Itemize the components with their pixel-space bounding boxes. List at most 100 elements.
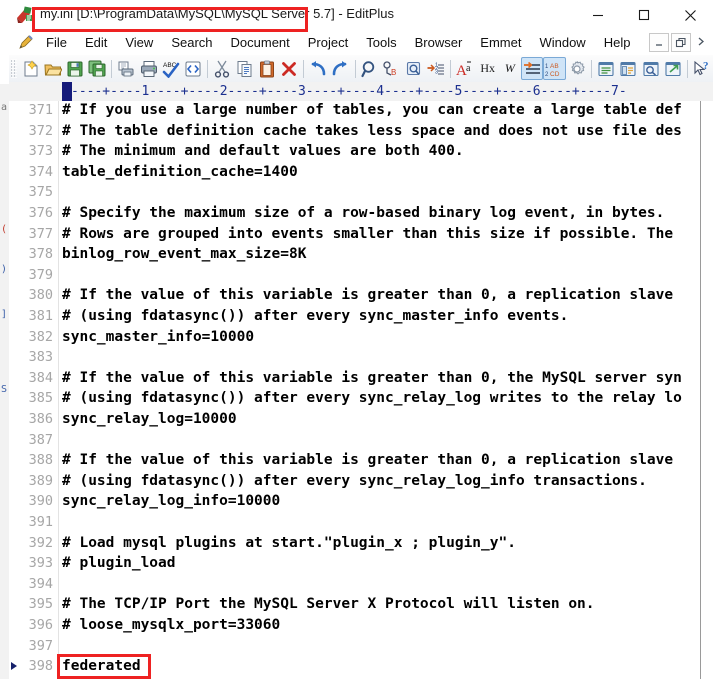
undo-button[interactable] xyxy=(307,57,329,80)
code-line[interactable]: # plugin_load xyxy=(62,553,710,574)
open-file-button[interactable] xyxy=(42,57,64,80)
close-button[interactable] xyxy=(667,0,713,30)
code-line[interactable] xyxy=(62,430,710,451)
code-line[interactable]: sync_relay_log_info=10000 xyxy=(62,491,710,512)
menu-help[interactable]: Help xyxy=(595,30,640,55)
code-line[interactable]: # If you use a large number of tables, y… xyxy=(62,101,710,121)
toolbar-separator xyxy=(303,59,305,78)
window-title: my.ini [D:\ProgramData\MySQL\MySQL Serve… xyxy=(40,6,394,21)
find-button[interactable] xyxy=(358,57,380,80)
svg-text:AB: AB xyxy=(550,63,559,70)
menu-browser[interactable]: Browser xyxy=(406,30,472,55)
toolbar: ABC B 1 2 3 A a Hx W 1 AB 2 CD ? xyxy=(9,55,713,83)
maximize-button[interactable] xyxy=(621,0,667,30)
line-number: 375 xyxy=(28,184,53,201)
menu-view[interactable]: View xyxy=(116,30,162,55)
line-number: 387 xyxy=(28,431,53,448)
redo-button[interactable] xyxy=(329,57,351,80)
print-preview-button[interactable] xyxy=(115,57,137,80)
code-line[interactable] xyxy=(62,512,710,533)
code-line[interactable]: # If the value of this variable is great… xyxy=(62,368,710,389)
code-line[interactable]: federated xyxy=(62,656,710,677)
print-button[interactable] xyxy=(138,57,160,80)
menu-edit[interactable]: Edit xyxy=(76,30,116,55)
code-line[interactable]: sync_relay_log=10000 xyxy=(62,409,710,430)
svg-text:a: a xyxy=(466,63,471,74)
clip-library-button[interactable] xyxy=(639,57,661,80)
code-line[interactable]: # The TCP/IP Port the MySQL Server X Pro… xyxy=(62,594,710,615)
copy-button[interactable] xyxy=(233,57,255,80)
line-number: 377 xyxy=(28,225,53,242)
menu-items: File Edit View Search Document Project T… xyxy=(37,30,639,55)
word-wrap-label: W xyxy=(504,61,515,75)
code-line[interactable] xyxy=(62,347,710,368)
toggle-bookmark-button[interactable]: 1 2 3 xyxy=(425,57,447,80)
sort-lines-button[interactable]: 1 AB 2 CD xyxy=(543,57,566,80)
line-number: 379 xyxy=(28,266,53,283)
code-line[interactable] xyxy=(62,265,710,286)
menu-file[interactable]: File xyxy=(37,30,76,55)
code-line[interactable]: binlog_row_event_max_size=8K xyxy=(62,244,710,265)
delete-button[interactable] xyxy=(278,57,300,80)
code-line[interactable]: # The table definition cache takes less … xyxy=(62,121,710,142)
find-next-button[interactable]: B xyxy=(381,57,403,80)
toolbar-separator xyxy=(111,59,113,78)
paste-button[interactable] xyxy=(256,57,278,80)
minimize-button[interactable] xyxy=(575,0,621,30)
code-line[interactable]: # Specify the maximum size of a row-base… xyxy=(62,203,710,224)
word-wrap-button[interactable]: W xyxy=(499,57,521,80)
svg-text:CD: CD xyxy=(550,71,560,77)
code-line[interactable] xyxy=(62,574,710,595)
column-ruler: ----+----1----+----2----+----3----+----4… xyxy=(9,82,713,102)
line-number: 395 xyxy=(28,596,53,613)
cut-button[interactable] xyxy=(211,57,233,80)
document-selector-button[interactable] xyxy=(595,57,617,80)
hex-view-button[interactable]: Hx xyxy=(477,57,499,80)
line-number: 396 xyxy=(28,617,53,633)
menu-project[interactable]: Project xyxy=(299,30,357,55)
mdi-restore-button[interactable] xyxy=(671,33,691,52)
code-editor[interactable]: 371 # If you use a large number of tables… xyxy=(9,101,713,679)
code-line[interactable] xyxy=(62,182,710,203)
line-number: 382 xyxy=(28,328,53,345)
code-line[interactable]: # (using fdatasync()) after every sync_r… xyxy=(62,388,710,409)
code-line[interactable]: # Rows are grouped into events smaller t… xyxy=(62,224,710,245)
match-case-button[interactable]: A a xyxy=(454,57,476,80)
hex-label: Hx xyxy=(480,61,495,75)
directory-window-button[interactable] xyxy=(617,57,639,80)
svg-text:1: 1 xyxy=(545,64,549,70)
code-line[interactable]: # If the value of this variable is great… xyxy=(62,450,710,471)
code-line[interactable]: # loose_mysqlx_port=33060 xyxy=(62,615,710,636)
menu-bar: File Edit View Search Document Project T… xyxy=(9,30,713,56)
save-all-button[interactable] xyxy=(86,57,108,80)
view-in-browser-button[interactable] xyxy=(182,57,204,80)
menu-emmet[interactable]: Emmet xyxy=(471,30,530,55)
code-line[interactable]: # (using fdatasync()) after every sync_r… xyxy=(62,471,710,492)
mdi-minimize-button[interactable] xyxy=(649,33,669,52)
code-line[interactable]: table_definition_cache=1400 xyxy=(62,162,710,183)
code-line[interactable]: # The minimum and default values are bot… xyxy=(62,141,710,162)
menu-tools[interactable]: Tools xyxy=(357,30,405,55)
mdi-close-button[interactable] xyxy=(693,33,711,50)
code-line[interactable] xyxy=(62,636,710,657)
code-line[interactable]: sync_master_info=10000 xyxy=(62,327,710,348)
menu-document[interactable]: Document xyxy=(222,30,299,55)
indent-button[interactable] xyxy=(521,57,544,80)
line-number: 373 xyxy=(28,143,53,160)
svg-text:B: B xyxy=(391,68,396,77)
new-file-button[interactable] xyxy=(19,57,41,80)
preferences-button[interactable] xyxy=(566,57,588,80)
spell-check-button[interactable]: ABC xyxy=(160,57,182,80)
toolbar-grip[interactable] xyxy=(11,59,18,78)
menu-search[interactable]: Search xyxy=(162,30,221,55)
save-file-button[interactable] xyxy=(64,57,86,80)
line-number: 388 xyxy=(28,452,53,469)
editor-right-border xyxy=(700,101,701,679)
code-line[interactable]: # (using fdatasync()) after every sync_m… xyxy=(62,306,710,327)
user-tool-button[interactable] xyxy=(662,57,684,80)
code-line[interactable]: # If the value of this variable is great… xyxy=(62,285,710,306)
context-help-button[interactable]: ? xyxy=(691,57,713,80)
menu-window[interactable]: Window xyxy=(530,30,594,55)
goto-button[interactable] xyxy=(403,57,425,80)
code-line[interactable]: # Load mysql plugins at start."plugin_x … xyxy=(62,533,710,554)
